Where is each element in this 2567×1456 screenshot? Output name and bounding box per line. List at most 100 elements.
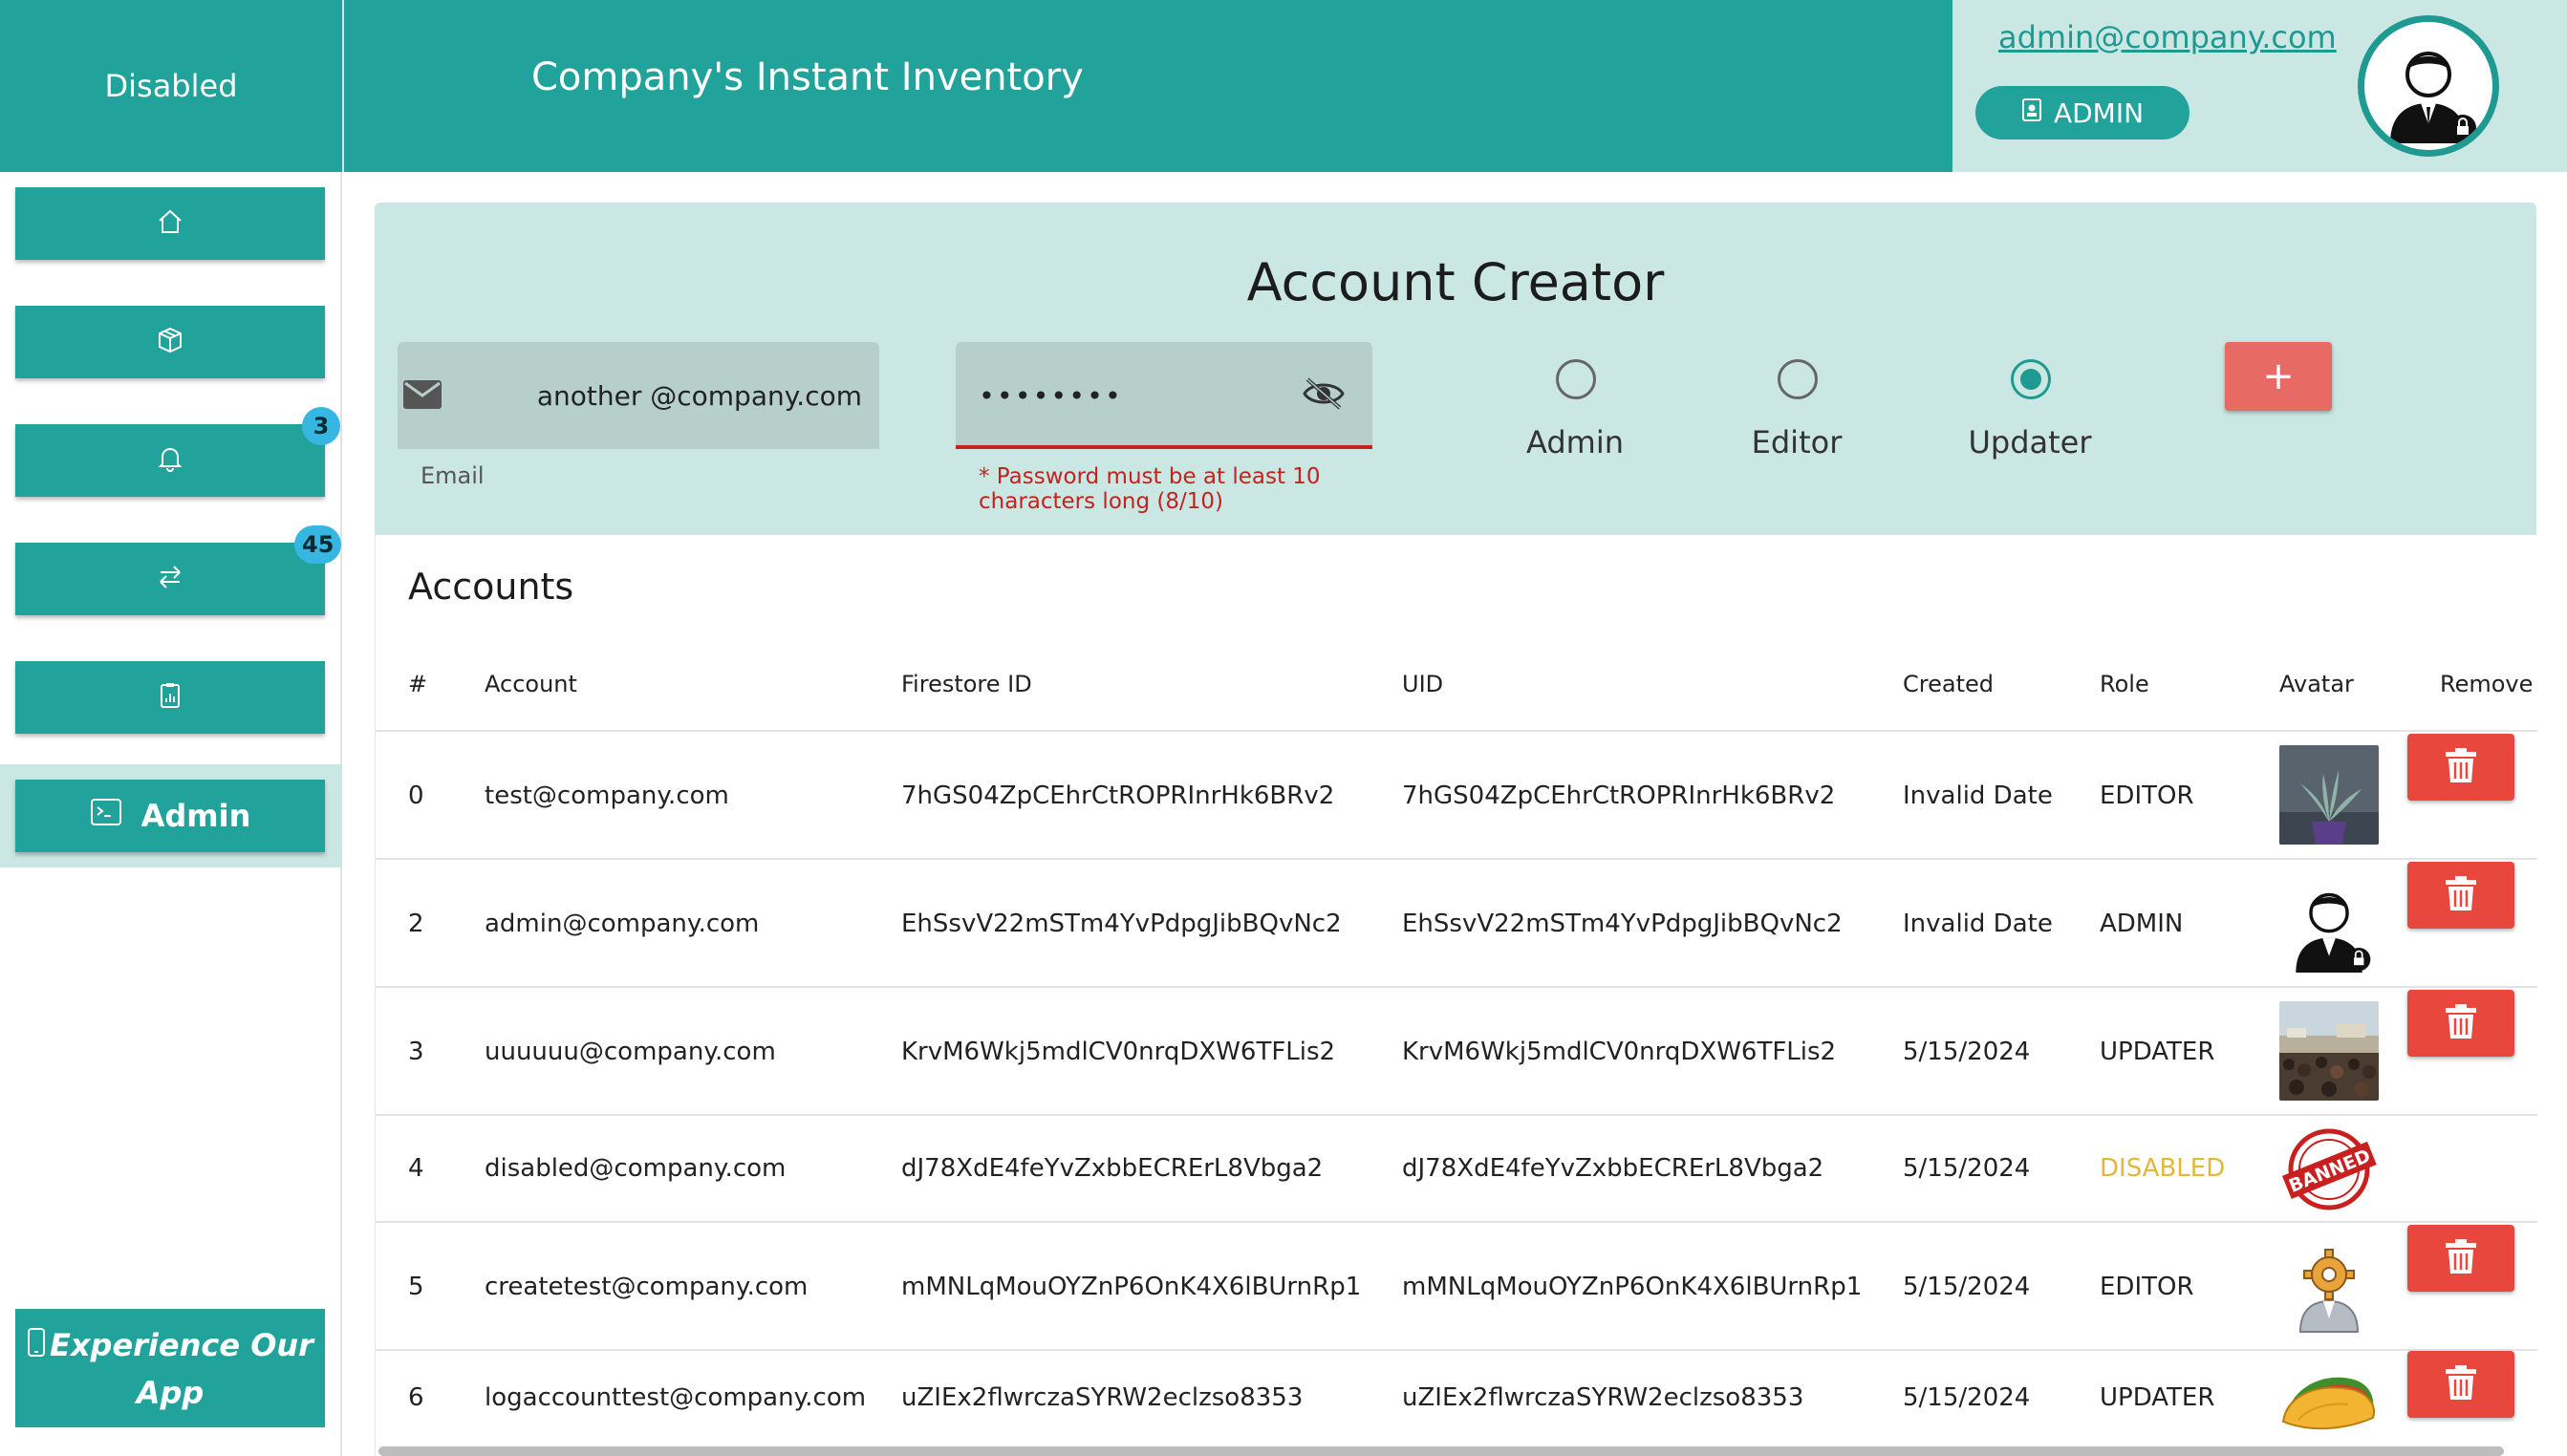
row-created: 5/15/2024	[1903, 1154, 2031, 1183]
row-number: 0	[408, 782, 424, 810]
admin-user-icon	[2390, 52, 2476, 143]
delete-button[interactable]	[2407, 1225, 2514, 1292]
transfer-icon	[155, 562, 185, 596]
box-icon	[155, 325, 185, 359]
table-row[interactable]: 5 createtest@company.com mMNLqMouOYZnP6O…	[376, 1221, 2537, 1349]
email-label: Email	[421, 462, 485, 489]
delete-button[interactable]	[2407, 734, 2514, 801]
table-row[interactable]: 0 test@company.com 7hGS04ZpCEhrCtROPRInr…	[376, 730, 2537, 858]
row-number: 6	[408, 1383, 424, 1412]
row-uid: uZIEx2flwrczaSYRW2eclzso8353	[1402, 1383, 1804, 1412]
taco-avatar	[2279, 1351, 2379, 1443]
trash-icon	[2444, 1002, 2478, 1044]
phone-icon	[27, 1324, 46, 1370]
table-row[interactable]: 6 logaccounttest@company.com uZIEx2flwrc…	[376, 1349, 2537, 1456]
row-role: UPDATER	[2100, 1383, 2215, 1412]
status-label: Disabled	[0, 0, 342, 172]
notifications-badge: 3	[302, 407, 340, 445]
column-header-account: Account	[485, 671, 577, 697]
trash-icon	[2444, 1363, 2478, 1405]
horizontal-scrollbar[interactable]	[378, 1446, 2504, 1456]
row-number: 2	[408, 910, 424, 938]
column-header-firestore-id: Firestore ID	[901, 671, 1032, 697]
gear-user-avatar	[2279, 1236, 2379, 1336]
column-header-role: Role	[2100, 671, 2149, 697]
row-created: 5/15/2024	[1903, 1273, 2031, 1301]
row-account: logaccounttest@company.com	[485, 1383, 867, 1412]
status-text: Disabled	[104, 68, 238, 104]
user-email-link[interactable]: admin@company.com	[1998, 19, 2337, 55]
sidebar-item-inventory[interactable]	[15, 306, 325, 378]
app-button-line1: Experience Our	[50, 1327, 313, 1363]
user-panel: admin@company.com ADMIN	[1952, 0, 2567, 172]
row-firestore-id: dJ78XdE4feYvZxbbECRErL8Vbga2	[901, 1154, 1324, 1183]
row-account: disabled@company.com	[485, 1154, 787, 1183]
terminal-icon	[90, 798, 122, 834]
account-creator: Account Creator Email * Password must be…	[375, 203, 2536, 535]
column-header-remove: Remove	[2440, 671, 2534, 697]
row-role-disabled: DISABLED	[2100, 1154, 2226, 1183]
password-error: * Password must be at least 10 character…	[979, 464, 1321, 514]
radio-editor-label: Editor	[1751, 424, 1843, 460]
mail-icon	[401, 378, 443, 415]
experience-app-button[interactable]: Experience Our App	[15, 1309, 325, 1427]
user-avatar[interactable]	[2358, 15, 2499, 157]
row-role: UPDATER	[2100, 1038, 2215, 1066]
delete-button[interactable]	[2407, 1351, 2514, 1418]
table-row[interactable]: 2 admin@company.com EhSsvV22mSTm4YvPdpgJ…	[376, 858, 2537, 986]
row-created: 5/15/2024	[1903, 1383, 2031, 1412]
row-role: ADMIN	[2100, 910, 2184, 938]
accounts-table: Accounts # Account Firestore ID UID Crea…	[375, 535, 2537, 1456]
password-input[interactable]	[979, 371, 1265, 420]
row-uid: dJ78XdE4feYvZxbbECRErL8Vbga2	[1402, 1154, 1824, 1183]
sidebar: 3 45 Admin Experience Our App	[0, 172, 342, 1456]
row-number: 5	[408, 1273, 424, 1301]
sidebar-item-reports[interactable]	[15, 661, 325, 734]
admin-user-avatar	[2279, 873, 2379, 973]
bell-icon	[155, 443, 185, 478]
role-badge[interactable]: ADMIN	[1975, 86, 2190, 139]
email-field[interactable]	[398, 342, 879, 449]
plant-avatar	[2279, 745, 2379, 845]
sidebar-item-home[interactable]	[15, 187, 325, 260]
column-header-created: Created	[1903, 671, 1994, 697]
table-row[interactable]: 4 disabled@company.com dJ78XdE4feYvZxbbE…	[376, 1114, 2537, 1221]
radio-updater-label: Updater	[1968, 424, 2092, 460]
delete-button[interactable]	[2407, 862, 2514, 929]
radio-admin[interactable]	[1556, 359, 1596, 399]
radio-editor[interactable]	[1778, 359, 1818, 399]
column-header-uid: UID	[1402, 671, 1444, 697]
visibility-off-icon[interactable]	[1302, 376, 1346, 415]
table-row[interactable]: 3 uuuuuu@company.com KrvM6Wkj5mdlCV0nrqD…	[376, 986, 2537, 1114]
row-uid: EhSsvV22mSTm4YvPdpgJibBQvNc2	[1402, 910, 1843, 938]
row-created: Invalid Date	[1903, 782, 2053, 810]
sidebar-item-admin[interactable]: Admin	[15, 780, 325, 852]
app-button-line2: App	[136, 1375, 205, 1411]
radio-updater[interactable]	[2011, 359, 2051, 399]
banned-stamp-avatar: BANNED	[2279, 1120, 2379, 1219]
row-firestore-id: 7hGS04ZpCEhrCtROPRInrHk6BRv2	[901, 782, 1335, 810]
sidebar-item-notifications[interactable]	[15, 424, 325, 497]
row-firestore-id: KrvM6Wkj5mdlCV0nrqDXW6TFLis2	[901, 1038, 1336, 1066]
trash-icon	[2444, 746, 2478, 788]
trash-icon	[2444, 1237, 2478, 1279]
row-firestore-id: mMNLqMouOYZnP6OnK4X6lBUrnRp1	[901, 1273, 1362, 1301]
row-account: admin@company.com	[485, 910, 760, 938]
radio-admin-label: Admin	[1526, 424, 1624, 460]
delete-button[interactable]	[2407, 990, 2514, 1057]
row-account: uuuuuu@company.com	[485, 1038, 776, 1066]
email-input[interactable]	[474, 371, 862, 420]
role-badge-label: ADMIN	[2053, 96, 2145, 129]
id-card-icon	[2021, 97, 2042, 129]
app-header: Company's Instant Inventory	[342, 0, 1952, 172]
row-uid: KrvM6Wkj5mdlCV0nrqDXW6TFLis2	[1402, 1038, 1837, 1066]
row-uid: mMNLqMouOYZnP6OnK4X6lBUrnRp1	[1402, 1273, 1863, 1301]
password-field[interactable]	[956, 342, 1372, 449]
add-account-button[interactable]: +	[2225, 342, 2332, 411]
crowd-avatar	[2279, 1001, 2379, 1101]
transfers-badge: 45	[294, 525, 342, 564]
row-role: EDITOR	[2100, 782, 2194, 810]
creator-title: Account Creator	[1246, 252, 1665, 312]
sidebar-item-transfers[interactable]	[15, 543, 325, 615]
column-header-avatar: Avatar	[2279, 671, 2354, 697]
